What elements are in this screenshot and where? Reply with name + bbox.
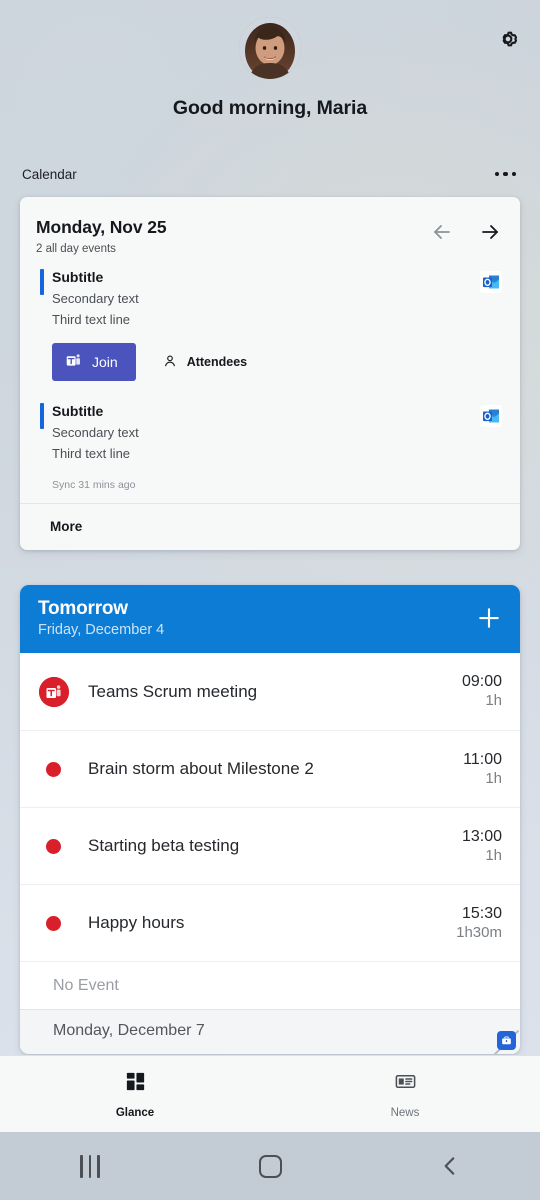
tomorrow-event-row[interactable]: Brain storm about Milestone 2 11:00 1h	[20, 730, 520, 807]
event-actions: Join Attendees	[20, 331, 520, 389]
glance-grid-icon	[124, 1070, 147, 1098]
event-duration: 1h	[485, 692, 502, 710]
tomorrow-event-time: 15:30 1h30m	[456, 904, 502, 943]
join-button[interactable]: Join	[52, 343, 136, 381]
arrow-right-icon[interactable]	[478, 220, 502, 244]
section-label: Calendar	[22, 166, 77, 182]
avatar[interactable]	[239, 17, 301, 79]
event-accent-bar	[40, 269, 44, 295]
tomorrow-event-row[interactable]: Starting beta testing 13:00 1h	[20, 807, 520, 884]
home-icon[interactable]	[180, 1154, 360, 1178]
tomorrow-event-name: Brain storm about Milestone 2	[88, 759, 314, 778]
person-icon	[162, 353, 178, 372]
tomorrow-event-name: Teams Scrum meeting	[88, 681, 258, 701]
more-horizontal-icon[interactable]	[493, 166, 519, 183]
event-third-text: Third text line	[52, 312, 131, 327]
teams-icon	[65, 352, 82, 372]
event-duration: 1h	[485, 846, 502, 864]
header: Good morning, Maria	[0, 0, 540, 120]
event-secondary-text: Secondary text	[52, 291, 139, 306]
tomorrow-widget[interactable]: Tomorrow Friday, December 4 Teams Scrum …	[20, 585, 520, 1054]
greeting-text: Good morning, Maria	[172, 97, 368, 119]
sync-status: Sync 31 mins ago	[52, 479, 136, 491]
event-title: Subtitle	[52, 403, 104, 419]
calendar-date: Monday, Nov 25	[36, 217, 167, 237]
join-button-label: Join	[92, 354, 118, 370]
event-title: Subtitle	[52, 269, 104, 285]
no-event-row: No Event	[20, 961, 520, 1009]
event-duration: 1h30m	[456, 923, 502, 941]
recents-icon[interactable]	[0, 1154, 180, 1178]
event-third-text: Third text line	[52, 446, 131, 461]
tab-glance-label: Glance	[115, 1106, 155, 1119]
event-start-time: 09:00	[461, 673, 502, 691]
bottom-tabbar: Glance News	[0, 1055, 540, 1132]
tomorrow-event-time: 11:00 1h	[463, 750, 502, 789]
event-accent-bar	[40, 403, 44, 429]
calendar-header: Monday, Nov 25 2 all day events	[20, 197, 520, 255]
more-button[interactable]: More	[20, 504, 520, 550]
tomorrow-event-name: Happy hours	[88, 913, 185, 932]
tomorrow-event-list: Teams Scrum meeting 09:00 1h Brain storm…	[20, 653, 520, 1054]
tomorrow-event-time: 13:00 1h	[462, 827, 502, 866]
tomorrow-event-name: Starting beta testing	[88, 836, 240, 855]
event-secondary-text: Secondary text	[52, 425, 139, 440]
tomorrow-event-time: 09:00 1h	[462, 672, 502, 711]
outlook-icon	[480, 271, 502, 293]
dot-icon	[46, 838, 61, 854]
briefcase-icon	[497, 1031, 516, 1050]
tomorrow-title: Tomorrow	[38, 598, 128, 619]
tomorrow-event-row[interactable]: Happy hours 15:30 1h30m	[20, 884, 520, 961]
event-start-time: 13:00	[461, 827, 502, 845]
tomorrow-event-row[interactable]: Teams Scrum meeting 09:00 1h	[20, 653, 520, 730]
dot-icon	[46, 761, 61, 777]
app-screen: Good morning, Maria Calendar Monday, Nov…	[0, 0, 540, 1055]
section-header: Calendar	[0, 163, 540, 185]
outlook-icon	[480, 405, 502, 427]
gear-icon[interactable]	[495, 26, 521, 52]
back-icon[interactable]	[360, 1153, 540, 1179]
event-start-time: 11:00	[463, 750, 502, 768]
tab-news-label: News	[390, 1106, 420, 1119]
arrow-left-icon[interactable]	[430, 220, 454, 244]
calendar-event-row[interactable]: Subtitle Secondary text Third text line	[20, 389, 520, 465]
news-icon	[394, 1070, 417, 1098]
tomorrow-subtitle: Friday, December 4	[38, 622, 165, 638]
tab-glance[interactable]: Glance	[0, 1056, 270, 1132]
android-navbar	[0, 1132, 540, 1200]
teams-round-icon	[38, 676, 69, 707]
tomorrow-header: Tomorrow Friday, December 4	[20, 585, 520, 653]
attendees-button[interactable]: Attendees	[162, 353, 247, 372]
next-day-header[interactable]: Monday, December 7	[20, 1009, 520, 1054]
event-start-time: 15:30	[461, 904, 502, 922]
plus-icon[interactable]	[474, 603, 504, 633]
calendar-event-row[interactable]: Subtitle Secondary text Third text line	[20, 255, 520, 331]
calendar-widget[interactable]: Monday, Nov 25 2 all day events Subtitle…	[20, 197, 520, 550]
calendar-subtitle: 2 all day events	[36, 243, 116, 255]
event-duration: 1h	[485, 769, 502, 787]
attendees-label: Attendees	[186, 355, 248, 369]
dot-icon	[46, 915, 61, 931]
tab-news[interactable]: News	[270, 1056, 540, 1132]
